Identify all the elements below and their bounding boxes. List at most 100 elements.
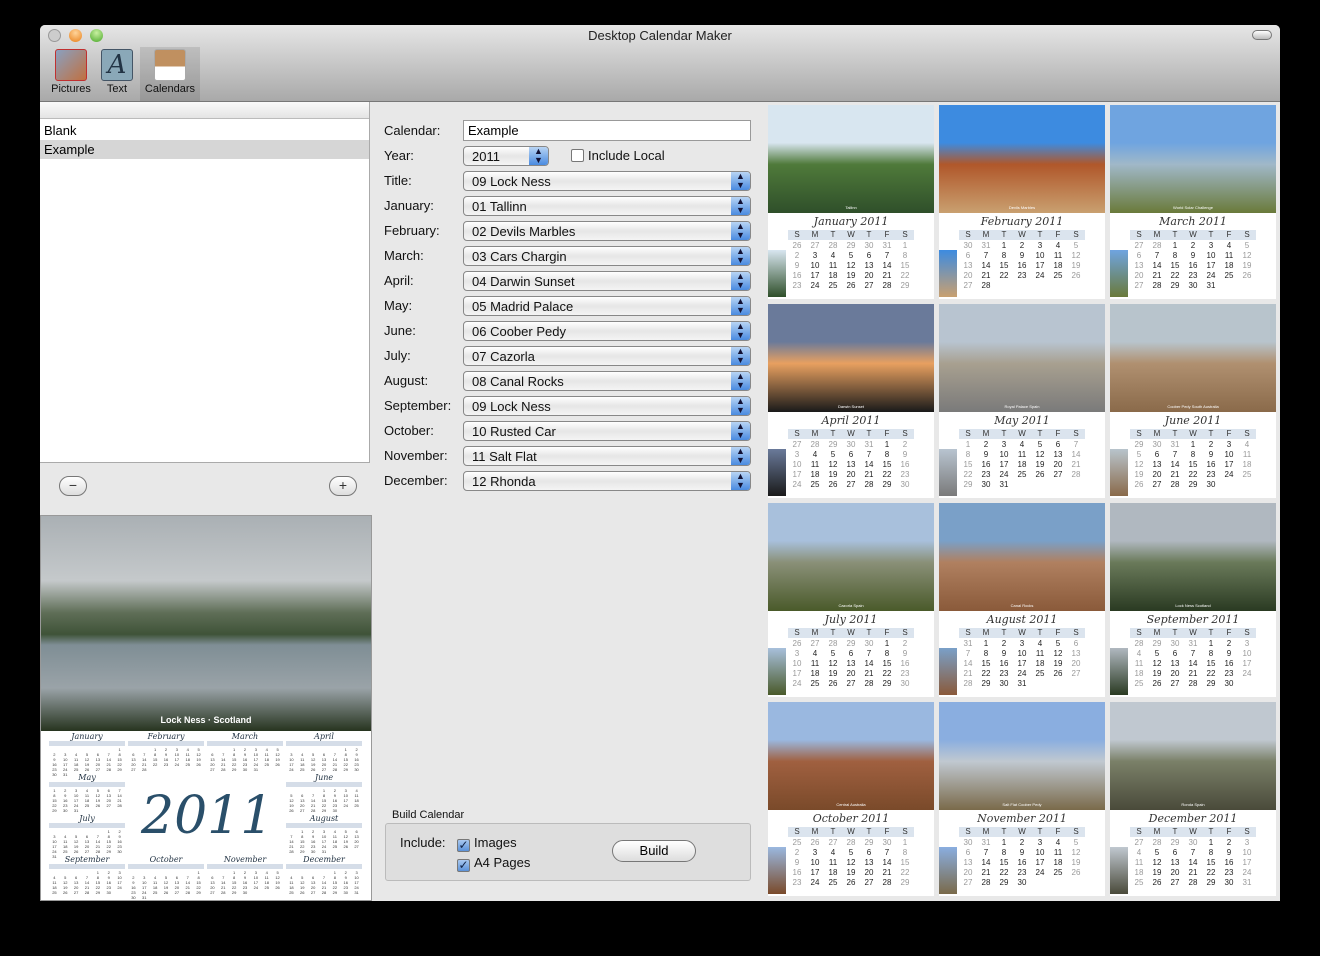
day: 15 — [1170, 261, 1180, 270]
month-thumbnail[interactable]: Coober Pedy South Australia June 2011 S M T W… — [1110, 304, 1276, 498]
day: 1 — [902, 838, 908, 847]
day: 26 — [810, 838, 820, 847]
day: 17 — [1242, 858, 1252, 867]
day: 23 — [1017, 868, 1027, 877]
month-thumbnail[interactable]: Canal Rocks August 2011 S M T W T F S 31 1 2 3 4 5 6 7 8 9… — [939, 503, 1105, 697]
weekday: S — [965, 230, 971, 239]
weekday: M — [811, 230, 819, 239]
mini-weekday-header — [207, 864, 283, 869]
weekday: T — [866, 429, 872, 438]
day: 29 — [882, 679, 892, 688]
month-thumbnail[interactable]: Tallinn January 2011 S M T W T F S 26 27 28 29 30 31 1 2… — [768, 105, 934, 299]
month-thumbnail[interactable]: Royal Palace Spain May 2011 S M T W T F S 1 2 3 4 5 6 7… — [939, 304, 1105, 498]
checkmark-icon[interactable]: ✓ — [457, 859, 470, 872]
toolbar-text[interactable]: A Text — [98, 49, 136, 95]
month-image-popup[interactable]: 05 Madrid Palace ▲ ▼ — [463, 296, 751, 316]
include-local-checkbox[interactable]: Include Local — [571, 148, 665, 163]
month-image-popup[interactable]: 09 Lock Ness ▲ ▼ — [463, 396, 751, 416]
images-checkbox[interactable]: ✓ Images — [457, 835, 517, 852]
month-thumbnail[interactable]: Ronda Spain December 2011 S M T W T F S 27 28 29 30 1… — [1110, 702, 1276, 896]
day: 30 — [1017, 878, 1027, 887]
list-item[interactable]: Blank — [40, 121, 369, 140]
month-image-popup[interactable]: 06 Coober Pedy ▲ ▼ — [463, 321, 751, 341]
day: 16 — [1017, 261, 1027, 270]
weekday-header: SMTWTFS — [1130, 429, 1256, 439]
day: 2 — [1226, 838, 1232, 847]
month-thumbnail[interactable]: Lock Ness Scotland September 2011 S M T W T F S 2… — [1110, 503, 1276, 697]
month-image-popup[interactable]: 09 Lock Ness ▲ ▼ — [463, 171, 751, 191]
month-title: December 2011 — [1110, 810, 1276, 827]
year-stepper[interactable]: 2011 ▲ ▼ — [463, 146, 549, 166]
month-image-popup[interactable]: 03 Cars Chargin ▲ ▼ — [463, 246, 751, 266]
month-image-popup[interactable]: 02 Devils Marbles ▲ ▼ — [463, 221, 751, 241]
popup-value: 07 Cazorla — [472, 349, 535, 364]
weekday: W — [1018, 827, 1026, 836]
day: 15 — [882, 659, 892, 668]
day: 6 — [866, 251, 872, 260]
month-title-text: May 2011 — [990, 414, 1054, 427]
add-calendar-button[interactable]: + — [329, 476, 357, 496]
weekday: T — [866, 230, 872, 239]
day: 27 — [963, 281, 973, 290]
field-label: September: — [384, 398, 452, 413]
day: 4 — [1037, 639, 1043, 648]
toolbar-toggle-button[interactable] — [1252, 30, 1272, 40]
month-thumbnail[interactable]: Darwin Sunset April 2011 S M T W T F S 27 28 29 30 31… — [768, 304, 934, 498]
day: 17 — [999, 460, 1009, 469]
month-image-popup[interactable]: 12 Rhonda ▲ ▼ — [463, 471, 751, 491]
day: 13 — [1170, 659, 1180, 668]
mini-weekday-header — [49, 782, 125, 787]
month-photo: Salt Flat Coober Pedy — [939, 702, 1105, 810]
checkbox-icon[interactable] — [571, 149, 584, 162]
weekday: T — [1037, 429, 1043, 438]
month-image-popup[interactable]: 10 Rusted Car ▲ ▼ — [463, 421, 751, 441]
day: 5 — [1154, 649, 1160, 658]
month-thumbnail[interactable]: Central Australia October 2011 S M T W T F S 25 26… — [768, 702, 934, 896]
day: 17 — [1224, 460, 1234, 469]
weekday: T — [866, 628, 872, 637]
month-thumbnail[interactable]: Cazorla Spain July 2011 S M T W T F S 26 27 28 29 30 1… — [768, 503, 934, 697]
toolbar-pictures[interactable]: Pictures — [48, 49, 94, 95]
day: 6 — [866, 848, 872, 857]
remove-calendar-button[interactable]: − — [59, 476, 87, 496]
day-grid: 1 2 3 4 5 6 7 8 9 10 11 12 13 14 15 16 17 18 19 20 21 22 23 24 2… — [959, 440, 1085, 490]
day: 10 — [1242, 848, 1252, 857]
calendar-name-input[interactable]: Example — [463, 120, 751, 141]
a4-pages-checkbox[interactable]: ✓ A4 Pages — [457, 855, 530, 872]
month-image-popup[interactable]: 01 Tallinn ▲ ▼ — [463, 196, 751, 216]
month-thumbnail[interactable]: World Solar Challenge March 2011 S M T W T F S 27… — [1110, 105, 1276, 299]
day: 27 — [1170, 878, 1180, 887]
day: 18 — [1035, 659, 1045, 668]
toolbar-calendars[interactable]: Calendars — [140, 47, 200, 101]
day: 23 — [900, 470, 910, 479]
day: 23 — [1188, 271, 1198, 280]
day: 16 — [999, 659, 1009, 668]
weekday: F — [1226, 827, 1232, 836]
day: 26 — [73, 849, 79, 854]
day: 28 — [882, 878, 892, 887]
month-thumbnail[interactable]: Devils Marbles February 2011 S M T W T F S 30 31 1 2… — [939, 105, 1105, 299]
photo-strip — [939, 449, 957, 496]
day: 27 — [1134, 241, 1144, 250]
photo-caption: Central Australia — [836, 802, 866, 807]
stepper-arrows-icon[interactable]: ▲ ▼ — [529, 147, 548, 165]
weekday: S — [1136, 230, 1142, 239]
day: 23 — [900, 669, 910, 678]
day: 31 — [142, 895, 147, 900]
month-image-popup[interactable]: 07 Cazorla ▲ ▼ — [463, 346, 751, 366]
month-image-popup[interactable]: 04 Darwin Sunset ▲ ▼ — [463, 271, 751, 291]
checkmark-icon[interactable]: ✓ — [457, 839, 470, 852]
mini-month: August 1 2 3 4 5 6 7 8 9 10 11 12 13 14 15 16 17 18 19 20 21 2… — [286, 814, 362, 854]
month-image-popup[interactable]: 08 Canal Rocks ▲ ▼ — [463, 371, 751, 391]
day: 8 — [1172, 251, 1178, 260]
build-button[interactable]: Build — [612, 840, 696, 862]
month-image-popup[interactable]: 11 Salt Flat ▲ ▼ — [463, 446, 751, 466]
day: 27 — [1134, 838, 1144, 847]
day: 21 — [882, 271, 892, 280]
list-item[interactable]: Example — [40, 140, 369, 159]
day: 28 — [810, 440, 820, 449]
month-title: August 2011 — [939, 611, 1105, 628]
month-thumbnail[interactable]: Salt Flat Coober Pedy November 2011 S M T W T F… — [939, 702, 1105, 896]
day: 30 — [864, 639, 874, 648]
popup-value: 05 Madrid Palace — [472, 299, 574, 314]
